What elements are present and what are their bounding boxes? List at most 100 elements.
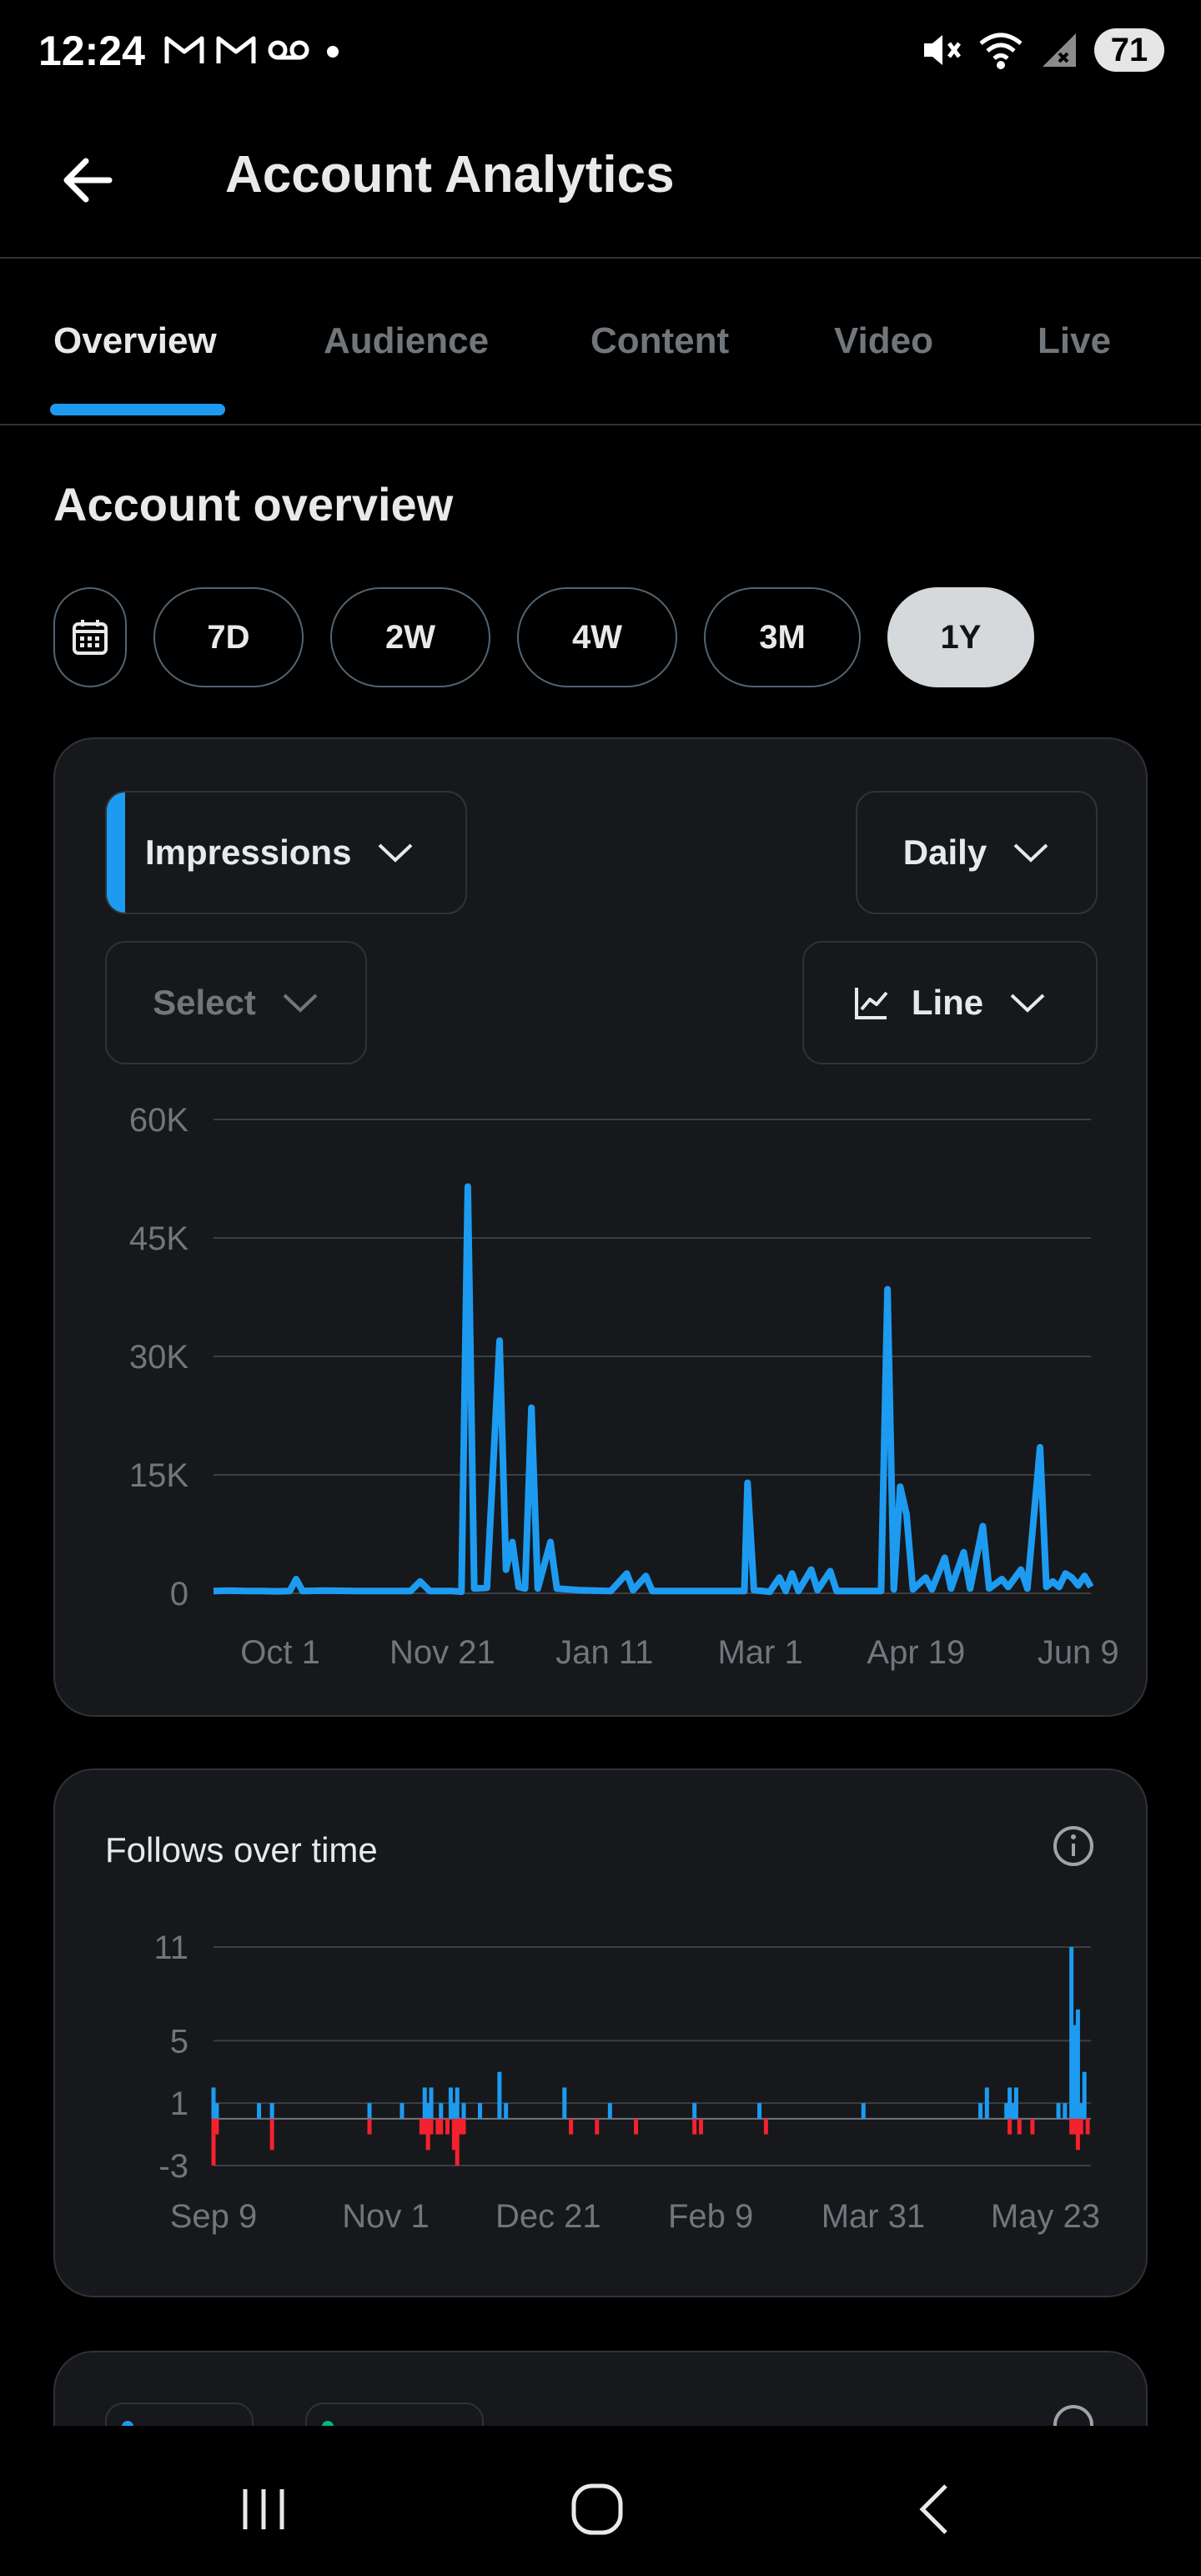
range-2w-button[interactable]: 2W [330, 587, 490, 687]
follows-bar [984, 2087, 989, 2119]
metric-color-swatch [107, 792, 125, 913]
calendar-icon [73, 620, 108, 655]
unfollows-bar [439, 2118, 444, 2135]
section-title: Account overview [53, 478, 454, 531]
tab-video[interactable]: Video [834, 320, 933, 362]
unfollows-bar [569, 2118, 574, 2135]
unfollows-bar [634, 2118, 639, 2135]
range-7d-button[interactable]: 7D [153, 587, 304, 687]
system-back-button[interactable] [884, 2468, 984, 2551]
mute-icon [924, 35, 961, 65]
x-tick-label: Apr 19 [867, 1634, 965, 1671]
app-bar: Account Analytics [0, 108, 1201, 259]
metric-dropdown[interactable]: Impressions [105, 791, 467, 914]
follows-card: Follows over time -3 1 5 11 Sep 9 Nov 1 Dec 21… [53, 1768, 1148, 2297]
home-icon [571, 2483, 623, 2535]
date-range-selector: 7D 2W 4W 3M 1Y [53, 587, 1034, 687]
range-3m-button[interactable]: 3M [704, 587, 861, 687]
unfollows-bar [1017, 2118, 1022, 2135]
follows-bar [461, 2103, 466, 2119]
status-bar: 12:24 71 [0, 0, 1201, 108]
chart-type-label: Line [911, 983, 984, 1022]
system-nav-bar [0, 2426, 1201, 2576]
unfollows-bar [445, 2118, 450, 2135]
y-tick-label: 15K [129, 1457, 188, 1494]
voicemail-icon [268, 40, 309, 60]
calendar-button[interactable] [53, 587, 127, 687]
follows-bar-chart: -3 1 5 11 Sep 9 Nov 1 Dec 21 Feb 9 Mar 31 May 23 [153, 1929, 1100, 2235]
unfollows-bar [1078, 2118, 1083, 2135]
y-tick-label: 5 [170, 2023, 188, 2060]
unfollows-bar [461, 2118, 466, 2135]
y-tick-label: 60K [129, 1102, 188, 1139]
tab-indicator [50, 404, 225, 415]
follows-bar [1056, 2103, 1061, 2119]
interval-dropdown-label: Daily [902, 833, 987, 872]
unfollows-bar [429, 2118, 434, 2135]
follows-bar [1082, 2071, 1087, 2119]
tab-content[interactable]: Content [590, 320, 729, 362]
unfollows-bar [1030, 2118, 1035, 2135]
x-tick-label: Jun 9 [1038, 1634, 1119, 1671]
follows-bar [1075, 2009, 1080, 2119]
follows-bar [439, 2103, 444, 2119]
follows-bar [257, 2103, 262, 2119]
x-tick-label: Oct 1 [240, 1634, 320, 1671]
impressions-series-line [213, 1183, 1094, 1596]
follows-bar [477, 2103, 482, 2119]
signal-icon [1043, 33, 1076, 67]
y-tick-label: 45K [129, 1220, 188, 1257]
range-4w-button[interactable]: 4W [517, 587, 677, 687]
compare-dropdown-label: Select [153, 983, 256, 1022]
x-tick-label: Nov 1 [342, 2198, 429, 2235]
arrow-left-icon [63, 158, 113, 203]
status-time: 12:24 [38, 28, 145, 74]
gmail-icon [216, 36, 256, 63]
follows-bar [692, 2103, 697, 2119]
unfollows-bar [1085, 2118, 1090, 2135]
follows-bar [214, 2103, 219, 2119]
y-tick-label: 11 [153, 1929, 188, 1966]
interval-dropdown[interactable]: Daily [856, 791, 1098, 914]
system-icons: 71 [919, 28, 1164, 72]
recent-apps-button[interactable] [214, 2468, 314, 2551]
tab-overview[interactable]: Overview [53, 320, 217, 362]
follows-bar [455, 2087, 460, 2119]
info-button[interactable] [1051, 1824, 1096, 1873]
follows-bar [562, 2087, 567, 2119]
unfollows-bar [698, 2118, 703, 2135]
x-tick-label: Feb 9 [668, 2198, 753, 2235]
chevron-down-icon [1008, 990, 1047, 1015]
follows-bar [399, 2103, 405, 2119]
y-tick-label: -3 [158, 2148, 188, 2185]
back-button[interactable] [53, 145, 123, 215]
battery-indicator: 71 [1094, 28, 1164, 72]
chevron-left-icon [919, 2484, 947, 2534]
tab-audience[interactable]: Audience [324, 320, 489, 362]
unfollows-bar [692, 2118, 697, 2135]
chevron-down-icon [1012, 840, 1050, 865]
x-tick-label: Dec 21 [495, 2198, 601, 2235]
home-button[interactable] [547, 2468, 647, 2551]
compare-metric-dropdown[interactable]: Select [105, 941, 367, 1064]
metric-dropdown-label: Impressions [145, 833, 352, 872]
follows-bar [429, 2087, 434, 2119]
unfollows-bar [763, 2118, 768, 2135]
notification-icons [163, 33, 345, 67]
follows-bar [757, 2103, 762, 2119]
follows-bar [504, 2103, 509, 2119]
unfollows-bar [1008, 2118, 1013, 2135]
tab-live[interactable]: Live [1038, 320, 1111, 362]
follows-bar [269, 2103, 274, 2119]
info-icon [1053, 1826, 1093, 1866]
impressions-card: Impressions Daily Select Line 0 15K 30K 45K… [53, 737, 1148, 1717]
impressions-line-chart: 0 15K 30K 45K 60K Oct 1 Nov 21 Jan 11 Mar 1 Apr 1… [129, 1102, 1119, 1671]
follows-bar [1013, 2087, 1018, 2119]
chart-type-dropdown[interactable]: Line [802, 941, 1098, 1064]
y-tick-label: 0 [170, 1576, 188, 1613]
follows-bar [978, 2103, 983, 2119]
page-title: Account Analytics [225, 146, 675, 204]
dot-icon [327, 46, 339, 58]
range-1y-button[interactable]: 1Y [887, 587, 1034, 687]
x-tick-label: Mar 1 [717, 1634, 802, 1671]
